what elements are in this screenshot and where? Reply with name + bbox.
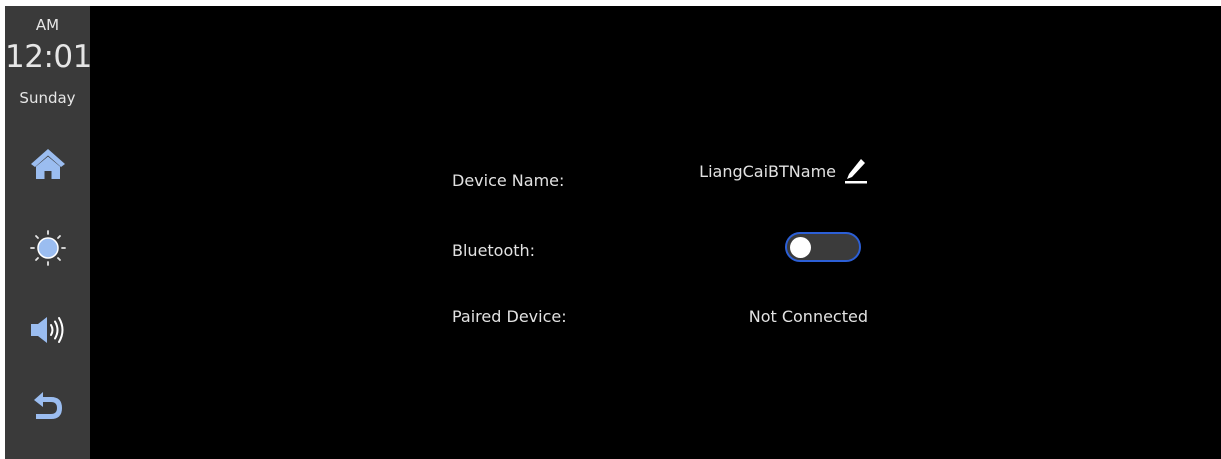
bluetooth-label: Bluetooth:	[452, 241, 536, 260]
device-name-value: LiangCaiBTName	[699, 161, 836, 181]
volume-icon	[30, 317, 63, 343]
paired-device-value: Not Connected	[748, 307, 868, 326]
toggle-knob	[790, 237, 811, 258]
device-name-row[interactable]: LiangCaiBTName	[699, 157, 868, 185]
edit-icon[interactable]	[844, 157, 868, 185]
clock-ampm: AM	[35, 16, 60, 34]
brightness-icon	[29, 230, 66, 266]
brightness-button[interactable]	[5, 218, 90, 278]
paired-device-label: Paired Device:	[452, 307, 567, 326]
clock-day: Sunday	[19, 89, 76, 107]
back-button[interactable]	[5, 377, 90, 437]
device-name-label: Device Name:	[452, 171, 565, 190]
home-icon	[30, 149, 65, 179]
bluetooth-settings-panel: Device Name: LiangCaiBTName Bluetooth: P…	[90, 6, 1221, 459]
screen: AM 12:01 Sunday Device Name: LiangCaiBTN…	[5, 6, 1221, 459]
back-icon	[33, 392, 62, 419]
sidebar: AM 12:01 Sunday	[5, 6, 92, 459]
home-button[interactable]	[5, 134, 90, 194]
volume-button[interactable]	[5, 300, 90, 360]
bluetooth-toggle[interactable]	[785, 232, 861, 262]
clock-time: 12:01	[5, 39, 92, 75]
